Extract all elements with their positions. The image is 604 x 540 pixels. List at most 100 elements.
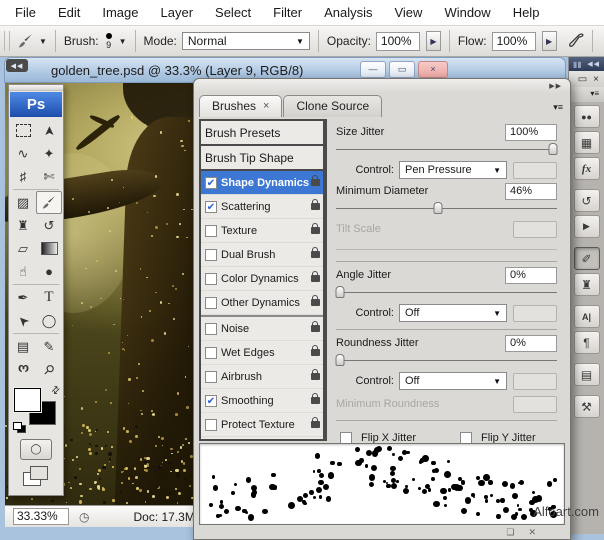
lock-icon[interactable] <box>311 325 320 332</box>
hand-tool[interactable]: ω <box>10 358 36 381</box>
quick-mask-button[interactable]: ◯ <box>20 439 52 460</box>
gradient-tool[interactable] <box>36 237 62 260</box>
checkbox[interactable] <box>205 371 217 383</box>
expand-dock-icon[interactable]: ▶▶ <box>549 82 562 90</box>
menu-filter[interactable]: Filter <box>262 1 313 24</box>
path-selection-tool[interactable]: ➤ <box>10 309 36 332</box>
clone-stamp-tool[interactable]: ♜ <box>10 214 36 237</box>
panel-menu-icon[interactable]: ▾≡ <box>553 102 563 113</box>
menu-view[interactable]: View <box>383 1 433 24</box>
list-item-smoothing[interactable]: Smoothing <box>201 389 323 413</box>
brushes-panel-icon[interactable]: ✐ <box>574 247 600 270</box>
swatches-panel-icon[interactable]: ▦ <box>574 131 600 154</box>
delete-brush-icon[interactable]: ✕ <box>528 527 536 538</box>
pen-tool[interactable]: ✒ <box>10 286 36 309</box>
lock-icon[interactable] <box>311 227 320 234</box>
new-brush-icon[interactable]: ❏ <box>506 527 514 538</box>
dock-close-icon[interactable]: × <box>593 74 599 85</box>
flow-slider-arrow-icon[interactable]: ▶ <box>542 31 557 51</box>
menu-analysis[interactable]: Analysis <box>313 1 383 24</box>
roundness-jitter-field[interactable]: 0% <box>505 335 557 352</box>
angle-jitter-field[interactable]: 0% <box>505 267 557 284</box>
size-control-dropdown[interactable]: Pen Pressure ▼ <box>399 161 507 179</box>
brush-picker-arrow-icon[interactable]: ▼ <box>119 37 127 46</box>
foreground-color-swatch[interactable] <box>14 388 41 412</box>
checkbox[interactable] <box>205 323 217 335</box>
list-item-dual-brush[interactable]: Dual Brush <box>201 243 323 267</box>
list-item-scattering[interactable]: Scattering <box>201 195 323 219</box>
close-button[interactable]: × <box>418 61 448 78</box>
checkbox[interactable] <box>205 201 217 213</box>
layer-comps-panel-icon[interactable]: ▤ <box>574 363 600 386</box>
list-item-shape-dynamics[interactable]: Shape Dynamics <box>201 171 323 195</box>
angle-jitter-slider[interactable] <box>336 284 557 299</box>
eyedropper-tool[interactable]: ✎ <box>36 335 62 358</box>
roundness-control-dropdown[interactable]: Off ▼ <box>399 372 507 390</box>
character-panel-icon[interactable]: A| <box>574 305 600 328</box>
dock-maximize-icon[interactable]: ▭ <box>578 74 587 85</box>
history-panel-icon[interactable]: ↺ <box>574 189 600 212</box>
list-item-airbrush[interactable]: Airbrush <box>201 365 323 389</box>
list-item-texture[interactable]: Texture <box>201 219 323 243</box>
color-panel-icon[interactable]: ●● <box>574 105 600 128</box>
brush-tool-preset-icon[interactable] <box>17 33 34 50</box>
airbrush-toggle-icon[interactable] <box>566 33 584 49</box>
history-brush-tool[interactable]: ↺ <box>36 214 62 237</box>
zoom-level-field[interactable]: 33.33% <box>13 508 69 525</box>
list-item-color-dynamics[interactable]: Color Dynamics <box>201 267 323 291</box>
checkbox[interactable] <box>205 297 217 309</box>
opacity-field[interactable]: 100% <box>376 32 420 51</box>
tab-brushes[interactable]: Brushes × <box>199 95 282 117</box>
checkbox[interactable] <box>205 273 217 285</box>
menu-layer[interactable]: Layer <box>150 1 205 24</box>
menu-help[interactable]: Help <box>502 1 551 24</box>
collapse-left-dock-icon[interactable]: ◀◀ <box>6 59 28 72</box>
dock-header[interactable]: ▮▮ ◀◀ <box>569 57 604 71</box>
menu-window[interactable]: Window <box>433 1 501 24</box>
lock-icon[interactable] <box>311 179 320 186</box>
lock-icon[interactable] <box>311 203 320 210</box>
crop-tool[interactable]: ♯ <box>10 165 36 188</box>
minimize-button[interactable]: — <box>360 61 386 78</box>
flow-field[interactable]: 100% <box>492 32 536 51</box>
paragraph-panel-icon[interactable]: ¶ <box>574 331 600 354</box>
options-grip[interactable] <box>4 31 10 51</box>
brush-preview-swatch[interactable]: 9 <box>106 33 112 49</box>
tab-clone-source[interactable]: Clone Source <box>283 95 382 117</box>
menu-select[interactable]: Select <box>204 1 262 24</box>
smudge-tool[interactable]: ☝ <box>10 260 36 283</box>
lock-icon[interactable] <box>311 275 320 282</box>
lock-icon[interactable] <box>311 421 320 428</box>
checkbox[interactable] <box>205 249 217 261</box>
menu-edit[interactable]: Edit <box>47 1 91 24</box>
tool-presets-panel-icon[interactable]: ⚒ <box>574 395 600 418</box>
default-colors-icon[interactable] <box>13 422 26 433</box>
quick-selection-tool[interactable]: ✦ <box>36 142 62 165</box>
swap-colors-icon[interactable]: ⇄ <box>49 384 63 398</box>
eraser-tool[interactable]: ▱ <box>10 237 36 260</box>
slice-tool[interactable]: ✄ <box>36 165 62 188</box>
list-item-brush-tip-shape[interactable]: Brush Tip Shape <box>201 146 323 171</box>
panel-drag-bar[interactable]: ▶▶ <box>194 79 570 93</box>
rectangular-marquee-tool[interactable] <box>10 119 36 142</box>
brush-tool[interactable] <box>36 191 62 214</box>
lock-icon[interactable] <box>311 349 320 356</box>
checkbox[interactable] <box>205 395 217 407</box>
move-tool[interactable]: ➤ <box>36 119 62 142</box>
menu-file[interactable]: File <box>4 1 47 24</box>
checkbox[interactable] <box>205 419 217 431</box>
list-item-other-dynamics[interactable]: Other Dynamics <box>201 291 323 315</box>
checkbox[interactable] <box>205 225 217 237</box>
list-item-wet-edges[interactable]: Wet Edges <box>201 341 323 365</box>
lock-icon[interactable] <box>311 373 320 380</box>
list-item-brush-presets[interactable]: Brush Presets <box>201 121 323 146</box>
size-jitter-field[interactable]: 100% <box>505 124 557 141</box>
slider-thumb[interactable] <box>336 286 345 298</box>
checkbox[interactable] <box>205 347 217 359</box>
lock-icon[interactable] <box>311 299 320 306</box>
type-tool[interactable]: T <box>36 286 62 309</box>
burn-tool[interactable]: ● <box>36 260 62 283</box>
minimum-diameter-slider[interactable] <box>336 200 557 215</box>
slider-thumb[interactable] <box>336 354 345 366</box>
collapse-dock-icon[interactable]: ◀◀ <box>587 60 600 68</box>
